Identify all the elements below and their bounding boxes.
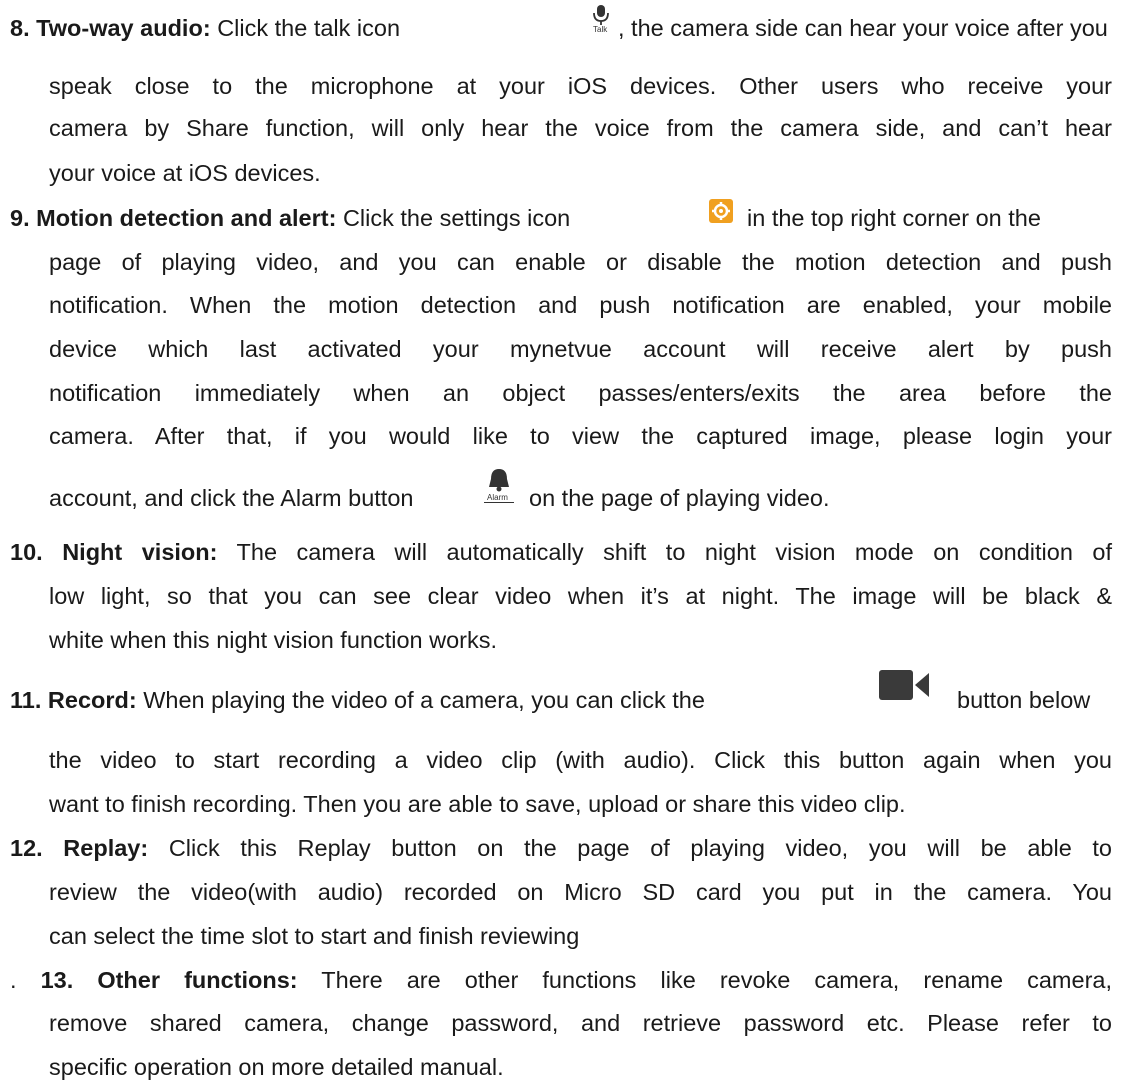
section-10-line-3: white when this night vision function wo… (49, 627, 498, 653)
section-12-line-2: review the video(with audio) recorded on… (49, 879, 1112, 905)
section-10-line-2: low light, so that you can see clear vid… (49, 583, 1112, 609)
section-number: 10. (10, 539, 43, 565)
section-8-line-4: your voice at iOS devices. (49, 160, 321, 186)
section-title: Night vision: (62, 539, 218, 565)
bell-icon: Alarm (481, 467, 517, 505)
settings-icon (709, 199, 733, 223)
section-number: 12. (10, 835, 43, 861)
section-9-line-6: camera. After that, if you would like to… (49, 423, 1112, 449)
section-number: 11. (10, 687, 42, 713)
section-number: 9. (10, 205, 30, 231)
section-11-line-1: 11. Record: When playing the video of a … (10, 687, 705, 713)
section-12-line-1: 12. Replay: Click this Replay button on … (10, 835, 1113, 861)
section-title: Replay: (63, 835, 149, 861)
section-9-line-5: notification immediately when an object … (49, 380, 1112, 406)
section-9-line-7a: account, and click the Alarm button (49, 485, 414, 511)
section-8-line-1b: , the camera side can hear your voice af… (618, 15, 1108, 41)
section-9-line-4: device which last activated your mynetvu… (49, 336, 1112, 362)
alarm-label: Alarm (487, 493, 508, 502)
section-9-line-2: page of playing video, and you can enabl… (49, 249, 1112, 275)
section-title: Motion detection and alert: (36, 205, 337, 231)
talk-label: Talk (593, 25, 608, 34)
section-9-line-1: 9. Motion detection and alert: Click the… (10, 205, 571, 231)
section-number: 13. (40, 967, 74, 993)
section-11-line-3: want to finish recording. Then you are a… (49, 791, 906, 817)
section-8-line-1: 8. Two-way audio: Click the talk icon (10, 15, 401, 41)
section-8-line-2: speak close to the microphone at your iO… (49, 73, 1112, 99)
section-8-line-3: camera by Share function, will only hear… (49, 115, 1112, 141)
section-12-line-3: can select the time slot to start and fi… (49, 923, 580, 949)
section-11-line-1b: button below (957, 687, 1091, 713)
section-9-line-7b: on the page of playing video. (529, 485, 830, 511)
section-11-line-2: the video to start recording a video cli… (49, 747, 1112, 773)
video-camera-icon (877, 666, 933, 704)
section-10-line-1: 10. Night vision: The camera will automa… (10, 539, 1113, 565)
section-title: Two-way audio: (36, 15, 211, 41)
section-9-line-3: notification. When the motion detection … (49, 292, 1112, 318)
section-9-line-1b: in the top right corner on the (747, 205, 1041, 231)
section-title: Record: (47, 687, 137, 713)
section-13-line-1: . 13. Other functions: There are other f… (10, 967, 1112, 993)
section-13-line-3: specific operation on more detailed manu… (49, 1054, 504, 1080)
microphone-icon: Talk (587, 4, 615, 34)
section-13-line-2: remove shared camera, change password, a… (49, 1010, 1112, 1036)
section-number: 8. (10, 15, 30, 41)
section-title: Other functions: (97, 967, 298, 993)
